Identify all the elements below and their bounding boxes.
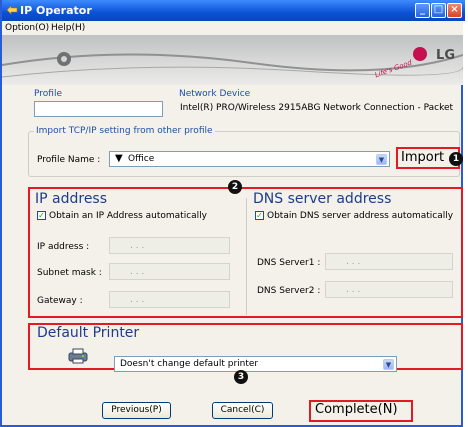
title-bar[interactable]: IP Operator _ □ × <box>2 0 465 21</box>
printer-value: Doesn't change default printer <box>120 359 259 369</box>
banner-graphic <box>2 52 463 78</box>
printer-icon <box>68 348 88 364</box>
badge-two: 2 <box>228 180 242 194</box>
minimize-button[interactable]: _ <box>415 3 430 18</box>
header-banner: LG Life's Good <box>2 35 463 85</box>
gateway-dots: . . . <box>130 295 145 305</box>
network-device-label: Network Device <box>179 89 251 99</box>
subnet-mask-input[interactable]: . . . <box>109 263 230 280</box>
brand-logo: LG <box>436 48 455 63</box>
dns-heading: DNS server address <box>251 191 394 207</box>
lg-logo-icon <box>413 47 427 61</box>
close-button[interactable]: × <box>447 3 462 18</box>
profile-name-value: Office <box>128 154 155 164</box>
printer-chevron-down-icon[interactable]: ▼ <box>383 359 394 370</box>
badge-three: 3 <box>234 370 248 384</box>
menu-option[interactable]: Option(O) <box>5 23 49 33</box>
ip-address-dots: . . . <box>130 241 145 251</box>
gateway-field-label: Gateway : <box>37 296 83 306</box>
maximize-button[interactable]: □ <box>431 3 446 18</box>
ip-address-heading: IP address <box>33 191 110 207</box>
network-icon <box>6 5 18 15</box>
import-button[interactable]: Import <box>401 150 444 165</box>
app-window: IP Operator _ □ × Option(O) Help(H) LG L… <box>0 0 465 427</box>
printer-select[interactable]: Doesn't change default printer ▼ <box>114 356 397 372</box>
menu-help[interactable]: Help(H) <box>51 23 85 33</box>
printer-heading: Default Printer <box>35 325 142 341</box>
profile-name-label: Profile Name : <box>37 155 101 165</box>
complete-button[interactable]: Complete(N) <box>315 402 398 417</box>
import-group-label: Import TCP/IP setting from other profile <box>34 126 215 136</box>
subnet-mask-dots: . . . <box>130 267 145 277</box>
cancel-button[interactable]: Cancel(C) <box>212 402 273 419</box>
dns-server1-dots: . . . <box>346 257 361 267</box>
profile-input[interactable] <box>34 101 163 117</box>
ip-field-label: IP address : <box>37 242 90 252</box>
window-title: IP Operator <box>20 4 92 17</box>
badge-one: 1 <box>449 152 463 166</box>
subnet-field-label: Subnet mask : <box>37 268 102 278</box>
group-divider <box>246 198 247 315</box>
dns1-field-label: DNS Server1 : <box>257 258 321 268</box>
profile-label: Profile <box>34 89 62 99</box>
filter-icon: ▼ <box>115 153 123 164</box>
profile-name-select[interactable]: ▼ Office ▼ <box>109 151 390 167</box>
dns-auto-checkbox[interactable]: ✓ <box>255 211 264 220</box>
network-device-value: Intel(R) PRO/Wireless 2915ABG Network Co… <box>180 103 454 113</box>
menu-bar: Option(O) Help(H) <box>2 21 463 35</box>
ip-address-input[interactable]: . . . <box>109 237 230 254</box>
dns-server2-dots: . . . <box>346 285 361 295</box>
dns-auto-label: Obtain DNS server address automatically <box>267 211 454 221</box>
gateway-input[interactable]: . . . <box>109 291 230 308</box>
ip-auto-checkbox[interactable]: ✓ <box>37 211 46 220</box>
chevron-down-icon[interactable]: ▼ <box>376 154 387 165</box>
ip-auto-label: Obtain an IP Address automatically <box>49 211 207 221</box>
dns-server1-input[interactable]: . . . <box>325 253 453 270</box>
dns2-field-label: DNS Server2 : <box>257 286 321 296</box>
previous-button[interactable]: Previous(P) <box>102 402 171 419</box>
dns-server2-input[interactable]: . . . <box>325 281 453 298</box>
